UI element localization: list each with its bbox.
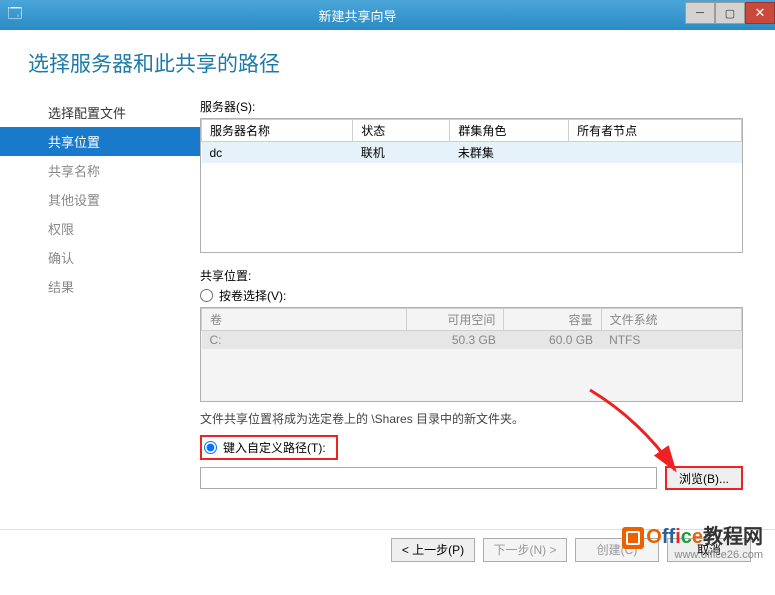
cell-free: 50.3 GB [407, 331, 504, 350]
cell-fs: NTFS [601, 331, 741, 350]
cell-owner [569, 142, 742, 164]
titlebar: 🗔 新建共享向导 ─ ▢ ✕ [0, 0, 775, 30]
minimize-button[interactable]: ─ [685, 2, 715, 24]
custom-path-input[interactable] [200, 467, 657, 489]
radio-volume-label: 按卷选择(V): [219, 287, 286, 304]
cell-capacity: 60.0 GB [504, 331, 601, 350]
radio-custom-label: 键入自定义路径(T): [223, 439, 326, 456]
watermark: Office教程网 www.office26.com [622, 520, 763, 561]
highlight-custom-radio: 键入自定义路径(T): [200, 435, 338, 460]
col-filesystem[interactable]: 文件系统 [601, 309, 741, 331]
app-icon: 🗔 [0, 3, 30, 27]
close-button[interactable]: ✕ [745, 2, 775, 24]
col-cluster-role[interactable]: 群集角色 [450, 120, 569, 142]
watermark-logo-icon [622, 527, 644, 549]
watermark-brand: Office教程网 [622, 520, 763, 549]
nav-perm: 权限 [0, 214, 200, 243]
cell-server-name: dc [202, 142, 353, 164]
cell-cluster: 未群集 [450, 142, 569, 164]
watermark-url: www.office26.com [622, 549, 763, 561]
prev-button[interactable]: < 上一步(P) [391, 538, 475, 562]
maximize-button[interactable]: ▢ [715, 2, 745, 24]
radio-custom-input[interactable] [204, 441, 217, 454]
nav-name: 共享名称 [0, 156, 200, 185]
share-location-label: 共享位置: [200, 267, 743, 284]
cell-status: 联机 [353, 142, 450, 164]
radio-volume-input[interactable] [200, 289, 213, 302]
browse-button[interactable]: 浏览(B)... [665, 466, 743, 490]
radio-custom-path[interactable]: 键入自定义路径(T): [200, 435, 743, 460]
volume-row[interactable]: C: 50.3 GB 60.0 GB NTFS [202, 331, 742, 350]
radio-by-volume[interactable]: 按卷选择(V): [200, 287, 743, 304]
window-title: 新建共享向导 [30, 6, 685, 25]
col-volume[interactable]: 卷 [202, 309, 407, 331]
col-status[interactable]: 状态 [353, 120, 450, 142]
custom-path-row: 浏览(B)... [200, 466, 743, 490]
cell-volume: C: [202, 331, 407, 350]
col-server-name[interactable]: 服务器名称 [202, 120, 353, 142]
nav-other: 其他设置 [0, 185, 200, 214]
next-button: 下一步(N) > [483, 538, 567, 562]
nav-result: 结果 [0, 272, 200, 301]
wizard-nav: 选择配置文件 共享位置 共享名称 其他设置 权限 确认 结果 [0, 96, 200, 595]
server-table: 服务器名称 状态 群集角色 所有者节点 dc 联机 未群集 [200, 118, 743, 253]
volume-hint: 文件共享位置将成为选定卷上的 \Shares 目录中的新文件夹。 [200, 410, 743, 427]
col-free[interactable]: 可用空间 [407, 309, 504, 331]
nav-location[interactable]: 共享位置 [0, 127, 200, 156]
volume-table: 卷 可用空间 容量 文件系统 C: 50.3 GB 60.0 GB NTFS [200, 307, 743, 402]
nav-confirm: 确认 [0, 243, 200, 272]
server-row[interactable]: dc 联机 未群集 [202, 142, 742, 164]
server-label: 服务器(S): [200, 98, 743, 115]
nav-profile[interactable]: 选择配置文件 [0, 98, 200, 127]
window-controls: ─ ▢ ✕ [685, 6, 775, 24]
page-title: 选择服务器和此共享的路径 [0, 30, 775, 96]
col-owner-node[interactable]: 所有者节点 [569, 120, 742, 142]
col-capacity[interactable]: 容量 [504, 309, 601, 331]
